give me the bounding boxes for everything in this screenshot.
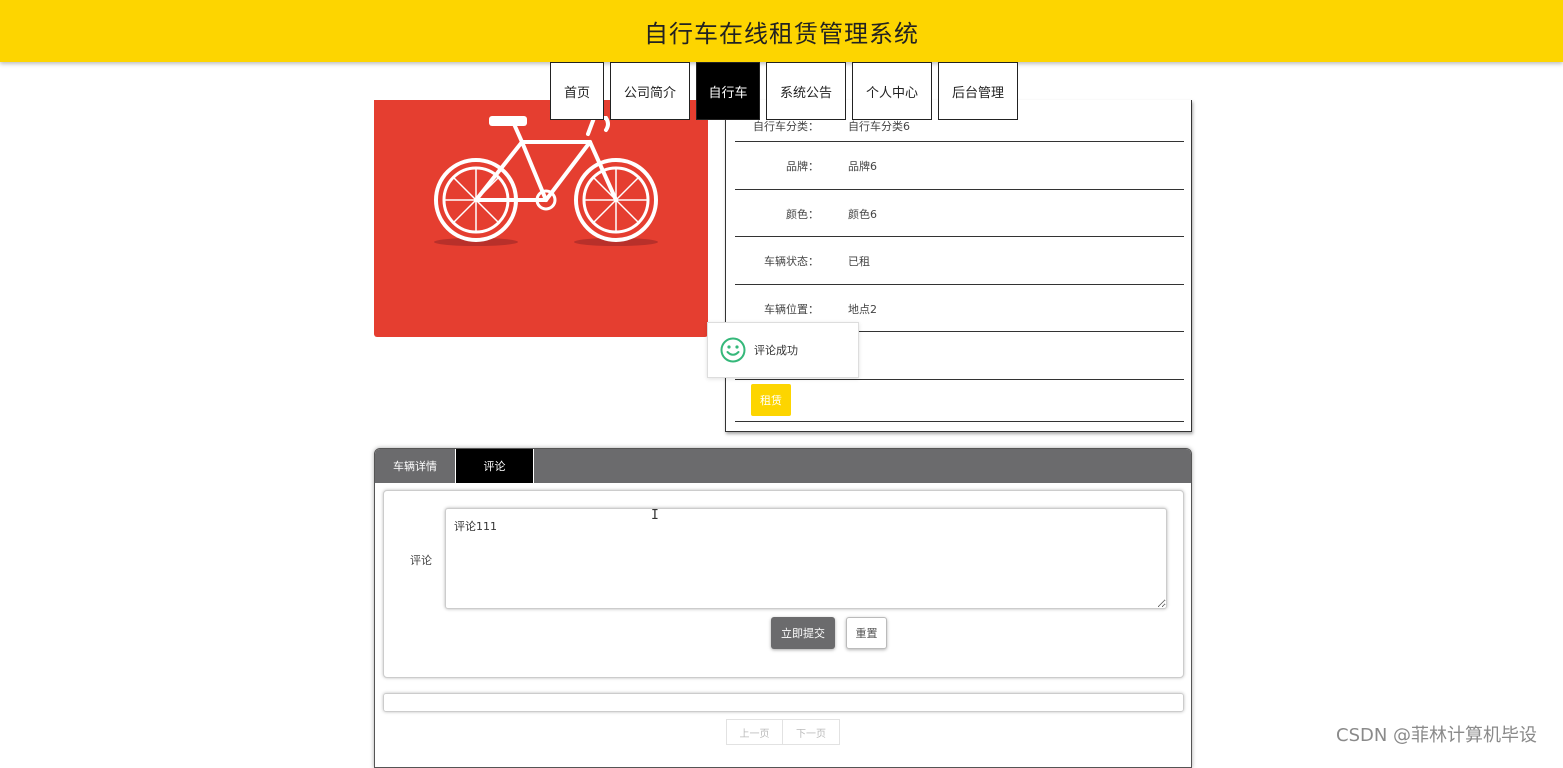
nav-bicycle[interactable]: 自行车 (696, 62, 760, 120)
info-value-status: 已租 (848, 255, 870, 268)
tab-vehicle-details[interactable]: 车辆详情 (375, 449, 455, 483)
info-row-status: 车辆状态： 已租 (735, 237, 1184, 285)
submit-button[interactable]: 立即提交 (771, 617, 835, 649)
next-page-button[interactable]: 下一页 (783, 719, 840, 745)
comment-list (383, 693, 1184, 712)
info-row-color: 颜色： 颜色6 (735, 190, 1184, 237)
reset-button[interactable]: 重置 (846, 617, 887, 649)
tab-comments[interactable]: 评论 (455, 449, 534, 483)
main-nav: 首页 公司简介 自行车 系统公告 个人中心 后台管理 (550, 62, 1024, 120)
info-value-location: 地点2 (848, 303, 877, 316)
comment-textarea[interactable] (445, 508, 1167, 609)
nav-admin[interactable]: 后台管理 (938, 62, 1018, 120)
info-label-status: 车辆状态： (764, 255, 819, 268)
watermark: CSDN @菲林计算机毕设 (1336, 725, 1538, 746)
toast-message: 评论成功 (754, 344, 798, 357)
info-label-category: 自行车分类： (753, 120, 819, 133)
bicycle-icon (434, 116, 658, 246)
tab-bar: 车辆详情 评论 (375, 449, 1191, 483)
prev-page-button[interactable]: 上一页 (726, 719, 783, 745)
smile-icon (720, 337, 746, 363)
info-row-brand: 品牌： 品牌6 (735, 142, 1184, 190)
comment-form: 评论 立即提交 重置 (383, 490, 1184, 678)
site-header: 自行车在线租赁管理系统 (0, 0, 1563, 62)
detail-tabs-panel: 车辆详情 评论 评论 立即提交 重置 上一页 下一页 (374, 448, 1192, 768)
info-label-brand: 品牌： (786, 160, 819, 173)
info-label-location: 车辆位置： (764, 303, 819, 316)
nav-announcements[interactable]: 系统公告 (766, 62, 846, 120)
success-toast: 评论成功 (707, 322, 859, 378)
site-title: 自行车在线租赁管理系统 (644, 19, 919, 48)
bicycle-info-panel: 自行车分类： 自行车分类6 品牌： 品牌6 颜色： 颜色6 车辆状态： 已租 车… (725, 100, 1192, 432)
info-value-brand: 品牌6 (848, 160, 877, 173)
rent-button[interactable]: 租赁 (751, 384, 791, 416)
text-cursor-icon: I (651, 508, 659, 523)
info-label-color: 颜色： (786, 208, 819, 221)
info-row-actions (735, 380, 1184, 422)
info-value-category: 自行车分类6 (848, 120, 910, 133)
nav-about[interactable]: 公司简介 (610, 62, 690, 120)
bicycle-image (374, 100, 708, 337)
info-value-color: 颜色6 (848, 208, 877, 221)
pagination: 上一页 下一页 (726, 719, 840, 745)
comment-label: 评论 (410, 554, 432, 567)
nav-home[interactable]: 首页 (550, 62, 604, 120)
nav-user-center[interactable]: 个人中心 (852, 62, 932, 120)
